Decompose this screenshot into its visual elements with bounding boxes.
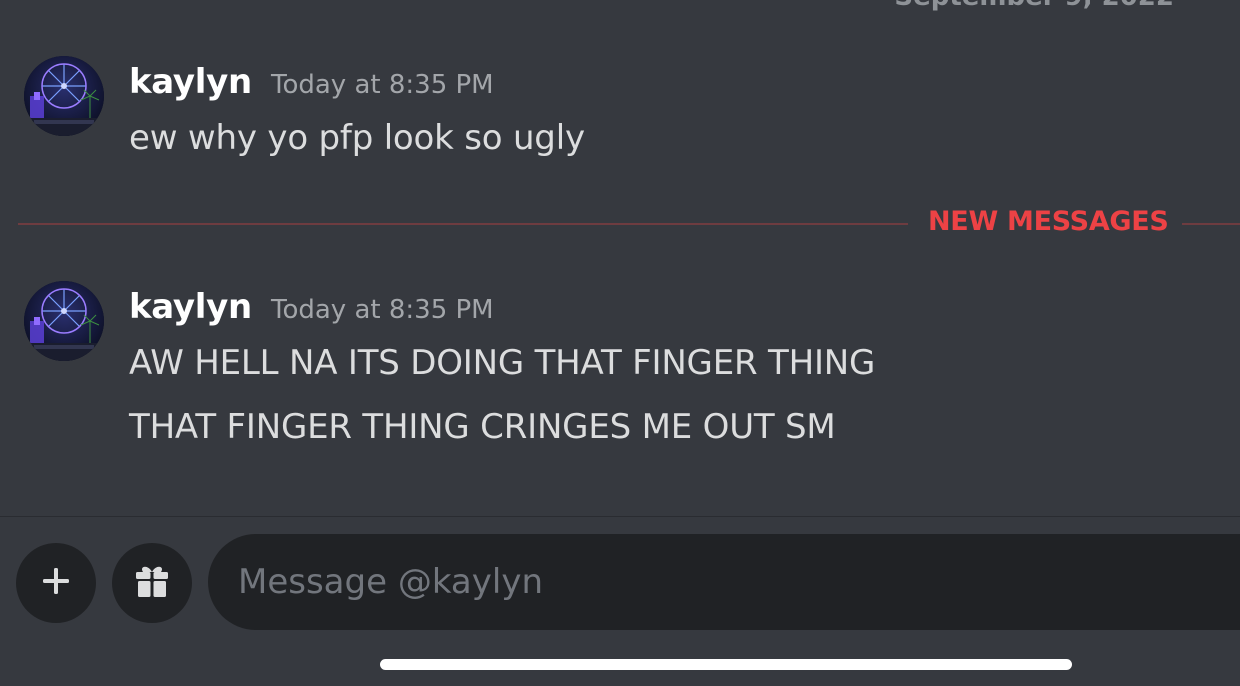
divider-line	[1182, 223, 1240, 225]
message-input[interactable]	[208, 534, 1240, 630]
timestamp: Today at 8:35 PM	[271, 295, 494, 325]
new-messages-label: NEW MESSAGES	[928, 206, 1169, 237]
message-header: kaylyn Today at 8:35 PM	[129, 287, 494, 327]
composer-divider	[0, 516, 1240, 517]
message-text: ew why yo pfp look so ugly	[129, 118, 585, 158]
avatar[interactable]	[24, 56, 104, 136]
date-divider: September 9, 2022	[894, 0, 1174, 12]
new-messages-divider: NEW MESSAGES	[18, 206, 1240, 237]
add-attachment-button[interactable]	[16, 543, 96, 623]
username[interactable]: kaylyn	[129, 287, 252, 327]
home-indicator[interactable]	[380, 659, 1072, 670]
plus-icon	[40, 565, 72, 601]
timestamp: Today at 8:35 PM	[271, 70, 494, 100]
chat-screen: September 9, 2022	[0, 0, 1240, 686]
avatar[interactable]	[24, 281, 104, 361]
divider-line	[18, 223, 908, 225]
gift-icon	[132, 561, 172, 605]
message-text: THAT FINGER THING CRINGES ME OUT SM	[129, 407, 836, 447]
username[interactable]: kaylyn	[129, 62, 252, 102]
message-header: kaylyn Today at 8:35 PM	[129, 62, 494, 102]
message-text: AW HELL NA ITS DOING THAT FINGER THING	[129, 343, 876, 383]
gift-button[interactable]	[112, 543, 192, 623]
